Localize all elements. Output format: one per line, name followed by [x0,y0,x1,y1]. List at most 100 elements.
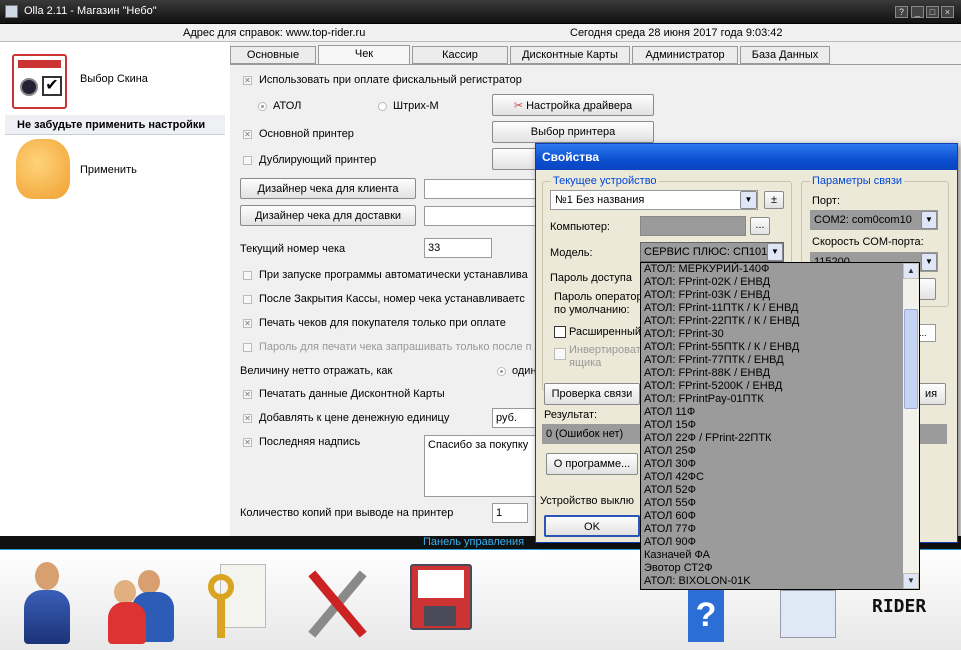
main-printer-checkbox[interactable]: ✕ [243,130,252,139]
model-option[interactable]: АТОЛ 15Ф [641,419,903,432]
model-option[interactable]: АТОЛ: FPrint-55ПТК / К / ЕНВД [641,341,903,354]
model-option[interactable]: АТОЛ: FPrint-03K / ЕНВД [641,289,903,302]
scroll-up-icon[interactable]: ▲ [903,263,919,279]
model-option[interactable]: АТОЛ: FPrintPay-01ПТК [641,393,903,406]
computer-field[interactable] [640,216,746,236]
last-text-checkbox[interactable]: ✕ [243,438,252,447]
extended-checkbox[interactable] [554,326,566,338]
use-fiscal-label: Использовать при оплате фискальный регис… [259,74,522,86]
model-option[interactable]: Казначей ФА [641,549,903,562]
tab-check[interactable]: Чек [318,45,410,65]
copies-label: Количество копий при выводе на принтер [240,507,454,519]
use-fiscal-checkbox[interactable]: ✕ [243,76,252,85]
model-option[interactable]: АТОЛ: МЕРКУРИЙ-140Ф [641,263,903,276]
tab-database[interactable]: База Данных [740,46,830,64]
speed-select-arrow[interactable]: ▼ [921,253,937,271]
add-currency-checkbox[interactable]: ✕ [243,414,252,423]
model-option[interactable]: АТОЛ 77Ф [641,523,903,536]
atol-radio[interactable] [258,102,267,111]
users-icon[interactable] [108,570,178,645]
tab-discount-cards[interactable]: Дисконтные Карты [510,46,630,64]
model-option[interactable]: АТОЛ: FPrint-22ПТК / К / ЕНВД [641,315,903,328]
current-device-label: Текущее устройство [551,175,659,187]
print-only-pay-checkbox[interactable]: ✕ [243,319,252,328]
model-select[interactable]: СЕРВИС ПЛЮС: СП101Ф [640,242,784,262]
model-option[interactable]: АТОЛ 42ФС [641,471,903,484]
tab-cashier[interactable]: Кассир [412,46,508,64]
computer-browse-button[interactable]: ... [750,217,770,235]
skin-icon[interactable]: ✔ [12,54,67,109]
minimize-button[interactable]: _ [911,6,924,18]
right-action-button[interactable]: ия [916,383,946,405]
help-book-icon[interactable]: ? [688,588,724,642]
model-option[interactable]: АТОЛ: FPrint-11ПТК / К / ЕНВД [641,302,903,315]
check-number-input[interactable]: 33 [424,238,492,258]
key-icon[interactable] [208,564,268,644]
last-text-input[interactable]: Спасибо за покупку [424,435,544,497]
device-select[interactable]: №1 Без названия [550,190,758,210]
designer-delivery-field[interactable] [424,206,544,226]
model-dropdown-list[interactable]: АТОЛ: МЕРКУРИЙ-140Ф АТОЛ: FPrint-02K / ЕН… [641,263,903,589]
model-option[interactable]: АТОЛ 11Ф [641,406,903,419]
designer-client-button[interactable]: Дизайнер чека для клиента [240,178,416,199]
model-option[interactable]: АТОЛ: FPrint-5200K / ЕНВД [641,380,903,393]
after-close-checkbox[interactable] [243,295,252,304]
ok-button[interactable]: OK [544,515,640,537]
port-select[interactable]: COM2: com0com10 [810,210,938,230]
model-option[interactable]: АТОЛ 60Ф [641,510,903,523]
tab-admin[interactable]: Администратор [632,46,738,64]
tab-basic[interactable]: Основные [230,46,316,64]
netto-radio[interactable] [497,367,506,376]
model-option[interactable]: АТОЛ 25Ф [641,445,903,458]
model-option[interactable]: Эвотор СТ2Ф [641,562,903,575]
auto-install-checkbox[interactable] [243,271,252,280]
extended-label: Расширенный [569,326,641,338]
print-discount-checkbox[interactable]: ✕ [243,390,252,399]
model-option[interactable]: АТОЛ 22Ф / FPrint-22ПТК [641,432,903,445]
model-option[interactable]: АТОЛ: FPrint-02K / ЕНВД [641,276,903,289]
device-select-arrow[interactable]: ▼ [740,191,757,209]
password-print-checkbox[interactable] [243,343,252,352]
apply-label[interactable]: Применить [80,164,137,176]
device-plus-button[interactable]: ± [764,191,784,209]
maximize-button[interactable]: □ [926,6,939,18]
cashier-icon[interactable] [22,562,72,644]
model-select-arrow[interactable]: ▼ [767,243,783,261]
designer-delivery-button[interactable]: Дизайнер чека для доставки [240,205,416,226]
app-icon [5,5,18,18]
exchange-icon[interactable] [780,590,836,638]
model-option[interactable]: АТОЛ 55Ф [641,497,903,510]
dialog-title: Свойства [536,144,957,170]
choose-printer-button[interactable]: Выбор принтера [492,121,654,143]
apply-notice: Не забудьте применить настройки [5,115,225,135]
copies-input[interactable]: 1 [492,503,528,523]
skin-label[interactable]: Выбор Скина [80,73,148,85]
model-option[interactable]: АТОЛ: BIXOLON-01K [641,575,903,588]
scroll-thumb[interactable] [904,309,918,409]
model-option[interactable]: АТОЛ 52Ф [641,484,903,497]
device-off-label: Устройство выклю [540,495,634,507]
help-icon[interactable]: ? [895,6,908,18]
model-option[interactable]: АТОЛ: FPrint-30 [641,328,903,341]
model-option[interactable]: АТОЛ: FPrint-77ПТК / ЕНВД [641,354,903,367]
thumbs-up-icon[interactable] [16,139,70,199]
save-icon[interactable] [410,564,472,630]
info-bar: Адрес для справок: www.top-rider.ru Сего… [0,24,961,42]
about-button[interactable]: О программе... [546,453,638,475]
dropdown-scrollbar[interactable]: ▲ ▼ [903,263,919,589]
result-value: 0 (Ошибок нет) [546,428,624,440]
close-button[interactable]: × [941,6,954,18]
scroll-down-icon[interactable]: ▼ [903,573,919,589]
shtrih-radio[interactable] [378,102,387,111]
model-option[interactable]: АТОЛ 30Ф [641,458,903,471]
invert-checkbox[interactable] [554,348,566,360]
check-connection-button[interactable]: Проверка связи [544,383,640,405]
tools-settings-icon[interactable] [305,564,369,642]
designer-client-field[interactable] [424,179,544,199]
model-option[interactable]: АТОЛ: FPrint-88K / ЕНВД [641,367,903,380]
model-dropdown[interactable]: АТОЛ: МЕРКУРИЙ-140Ф АТОЛ: FPrint-02K / ЕН… [640,262,920,590]
driver-setup-button[interactable]: ✂ Настройка драйвера [492,94,654,116]
model-option[interactable]: АТОЛ 90Ф [641,536,903,549]
dup-printer-checkbox[interactable] [243,156,252,165]
port-select-arrow[interactable]: ▼ [921,211,937,229]
